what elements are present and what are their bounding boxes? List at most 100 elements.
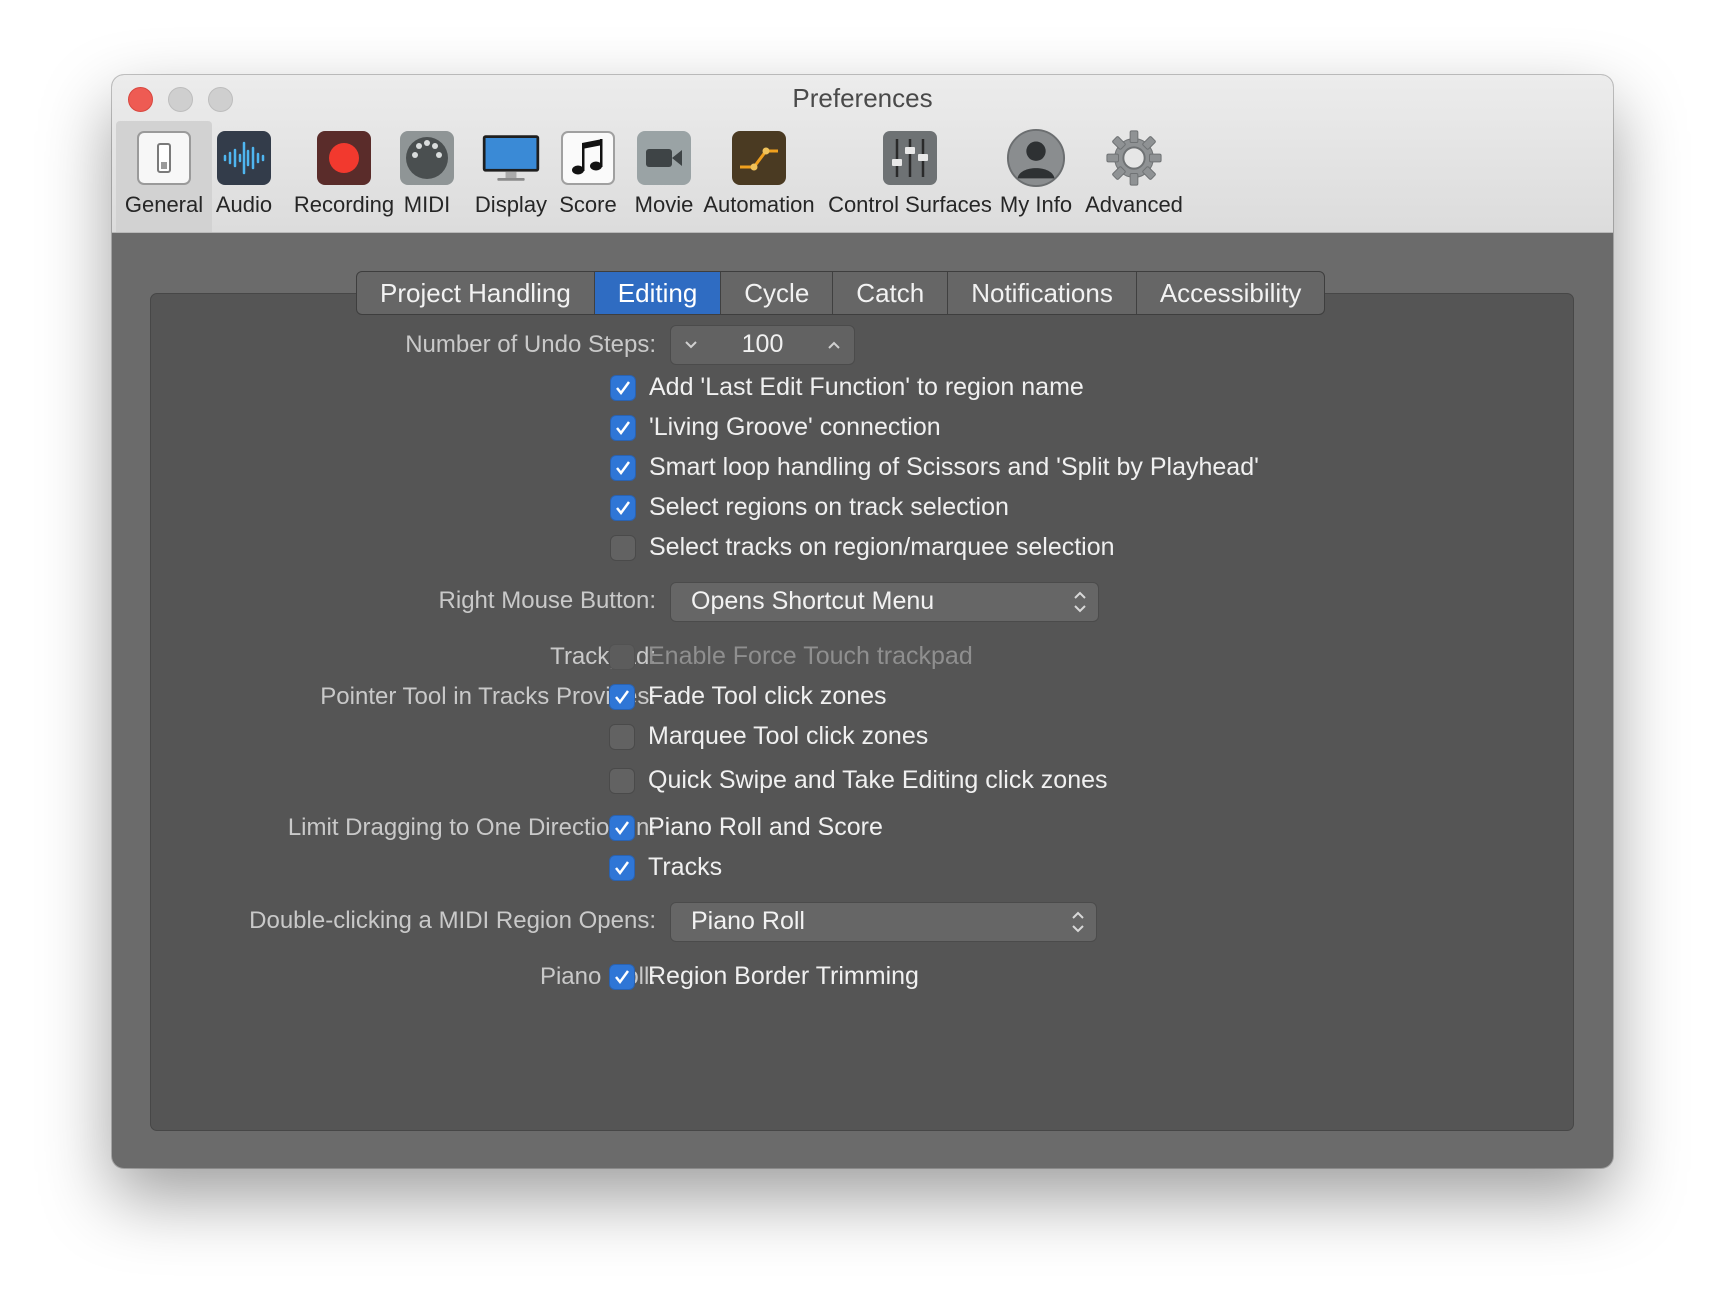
up-down-chevron-icon — [1072, 911, 1084, 933]
chevron-up-icon[interactable] — [826, 337, 842, 353]
option-label: 'Living Groove' connection — [649, 413, 941, 441]
checkmark-icon — [615, 969, 630, 984]
double-click-popup[interactable]: Piano Roll — [670, 902, 1097, 942]
option-label: Marquee Tool click zones — [648, 722, 929, 750]
double-click-label: Double-clicking a MIDI Region Opens: — [249, 907, 656, 934]
checkbox[interactable] — [610, 414, 636, 441]
option-label: Enable Force Touch trackpad — [648, 642, 973, 670]
automation-curve-icon — [729, 128, 789, 188]
toolbar-label: My Info — [999, 192, 1073, 217]
double-click-value: Piano Roll — [691, 907, 805, 935]
toolbar-control-surfaces[interactable]: Control Surfaces — [824, 121, 996, 232]
toolbar-label: Advanced — [1085, 192, 1183, 217]
undo-steps-label: Number of Undo Steps: — [405, 331, 656, 358]
right-mouse-popup[interactable]: Opens Shortcut Menu — [670, 582, 1099, 622]
undo-steps-stepper[interactable]: 100 — [670, 325, 855, 365]
toolbar-label: General — [124, 192, 204, 217]
checkbox — [609, 643, 635, 670]
option-tracks[interactable]: Tracks — [609, 853, 722, 882]
checkbox[interactable] — [609, 854, 635, 881]
toolbar-automation[interactable]: Automation — [696, 121, 822, 232]
checkbox[interactable] — [609, 683, 635, 710]
audio-waveform-icon — [214, 128, 274, 188]
toolbar-recording[interactable]: Recording — [284, 121, 404, 232]
option-marquee-tool[interactable]: Marquee Tool click zones — [609, 722, 928, 751]
tab-accessibility[interactable]: Accessibility — [1137, 272, 1325, 314]
right-mouse-value: Opens Shortcut Menu — [691, 587, 935, 615]
checkmark-icon — [616, 460, 631, 475]
gear-icon — [1104, 128, 1164, 188]
preferences-window: Preferences General Audio Recording MIDI… — [112, 75, 1613, 1168]
tab-notifications[interactable]: Notifications — [948, 272, 1137, 314]
video-camera-icon — [634, 128, 694, 188]
checkbox[interactable] — [609, 767, 635, 794]
option-label: Region Border Trimming — [648, 962, 919, 990]
checkbox[interactable] — [610, 374, 636, 401]
checkmark-icon — [615, 860, 630, 875]
tab-cycle[interactable]: Cycle — [721, 272, 834, 314]
right-mouse-label: Right Mouse Button: — [438, 587, 656, 614]
window-title: Preferences — [792, 83, 933, 113]
checkbox[interactable] — [610, 534, 636, 561]
toolbar-advanced[interactable]: Advanced — [1080, 121, 1188, 232]
checkmark-icon — [616, 380, 631, 395]
toolbar-my-info[interactable]: My Info — [994, 121, 1078, 232]
option-label: Add 'Last Edit Function' to region name — [649, 373, 1084, 401]
option-label: Fade Tool click zones — [648, 682, 887, 710]
toolbar-label: Display — [474, 192, 548, 217]
checkbox[interactable] — [610, 494, 636, 521]
checkmark-icon — [615, 820, 630, 835]
option-label: Select regions on track selection — [649, 493, 1009, 521]
checkbox[interactable] — [609, 963, 635, 990]
toolbar-label: Movie — [634, 192, 694, 217]
checkmark-icon — [616, 420, 631, 435]
option-fade-tool[interactable]: Fade Tool click zones — [609, 682, 887, 711]
toolbar-general[interactable]: General — [116, 121, 212, 232]
option-select-regions[interactable]: Select regions on track selection — [610, 493, 1009, 522]
tab-bar: Project Handling Editing Cycle Catch Not… — [356, 271, 1326, 315]
music-note-icon — [558, 128, 618, 188]
record-icon — [314, 128, 374, 188]
display-monitor-icon — [481, 128, 541, 188]
checkbox[interactable] — [610, 454, 636, 481]
pointer-tool-label: Pointer Tool in Tracks Provides: — [320, 683, 656, 710]
limit-dragging-label: Limit Dragging to One Direction In: — [287, 814, 656, 841]
toolbar-label: MIDI — [403, 192, 451, 217]
up-down-chevron-icon — [1074, 591, 1086, 613]
option-force-touch: Enable Force Touch trackpad — [609, 642, 973, 671]
checkmark-icon — [616, 500, 631, 515]
title-bar: Preferences General Audio Recording MIDI… — [112, 75, 1613, 233]
faders-icon — [880, 128, 940, 188]
toolbar-label: Automation — [703, 192, 815, 217]
option-region-border-trimming[interactable]: Region Border Trimming — [609, 962, 919, 991]
checkmark-icon — [615, 689, 630, 704]
tab-catch[interactable]: Catch — [833, 272, 949, 314]
user-silhouette-icon — [1006, 128, 1066, 188]
tab-project-handling[interactable]: Project Handling — [357, 272, 595, 314]
toolbar-display[interactable]: Display — [468, 121, 554, 232]
tab-editing[interactable]: Editing — [594, 272, 722, 314]
option-label: Select tracks on region/marquee selectio… — [649, 533, 1115, 561]
toolbar-movie[interactable]: Movie — [624, 121, 704, 232]
option-label: Quick Swipe and Take Editing click zones — [648, 766, 1108, 794]
toolbar-label: Control Surfaces — [828, 192, 992, 217]
checkbox[interactable] — [609, 814, 635, 841]
toolbar-score[interactable]: Score — [550, 121, 626, 232]
toolbar-audio[interactable]: Audio — [208, 121, 280, 232]
option-piano-roll-score[interactable]: Piano Roll and Score — [609, 813, 883, 842]
option-label: Tracks — [648, 853, 723, 881]
option-quick-swipe[interactable]: Quick Swipe and Take Editing click zones — [609, 766, 1108, 795]
midi-connector-icon — [397, 128, 457, 188]
toolbar-label: Audio — [215, 192, 273, 217]
checkbox[interactable] — [609, 723, 635, 750]
option-smart-loop[interactable]: Smart loop handling of Scissors and 'Spl… — [610, 453, 1259, 482]
option-label: Smart loop handling of Scissors and 'Spl… — [649, 453, 1259, 481]
toolbar-midi[interactable]: MIDI — [392, 121, 462, 232]
toolbar-label: Score — [559, 192, 617, 217]
general-icon — [134, 128, 194, 188]
option-select-tracks[interactable]: Select tracks on region/marquee selectio… — [610, 533, 1115, 562]
toolbar-label: Recording — [293, 192, 395, 217]
option-last-edit-function[interactable]: Add 'Last Edit Function' to region name — [610, 373, 1084, 402]
option-label: Piano Roll and Score — [648, 813, 883, 841]
option-living-groove[interactable]: 'Living Groove' connection — [610, 413, 941, 442]
